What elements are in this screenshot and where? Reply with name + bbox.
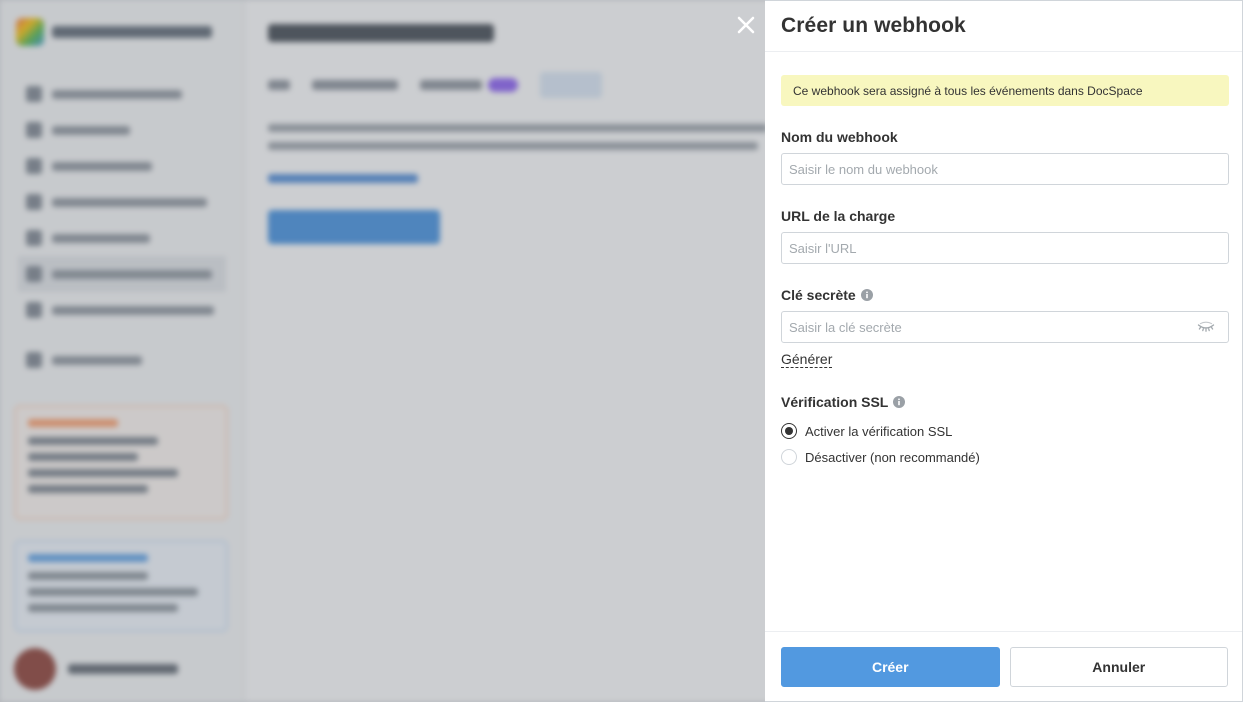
close-icon[interactable]	[734, 13, 758, 37]
payload-url-label: URL de la charge	[781, 208, 896, 224]
secret-key-input[interactable]	[781, 311, 1229, 343]
ssl-enable-radio[interactable]	[781, 423, 797, 439]
ssl-disable-radio[interactable]	[781, 449, 797, 465]
ssl-disable-option[interactable]: Désactiver (non recommandé)	[781, 447, 1229, 467]
info-icon[interactable]	[860, 289, 873, 301]
webhook-name-input[interactable]	[781, 153, 1229, 185]
panel-body: Ce webhook sera assigné à tous les événe…	[781, 75, 1229, 467]
cancel-button[interactable]: Annuler	[1009, 646, 1228, 687]
panel-footer: Créer Annuler	[765, 631, 1242, 701]
eye-closed-icon[interactable]	[1197, 320, 1215, 334]
generate-secret-link[interactable]: Générer	[781, 352, 833, 368]
ssl-verification-label: Vérification SSL	[781, 393, 1229, 411]
ssl-enable-label: Activer la vérification SSL	[805, 423, 953, 439]
secret-key-field	[781, 311, 1229, 343]
payload-url-input[interactable]	[781, 232, 1229, 264]
create-webhook-panel: Créer un webhook Ce webhook sera assigné…	[765, 0, 1243, 702]
notice-banner: Ce webhook sera assigné à tous les événe…	[781, 75, 1229, 106]
notice-text: Ce webhook sera assigné à tous les événe…	[793, 83, 1143, 98]
panel-header: Créer un webhook	[765, 1, 1242, 52]
info-icon[interactable]	[893, 396, 906, 408]
ssl-enable-option[interactable]: Activer la vérification SSL	[781, 421, 1229, 441]
ssl-disable-label: Désactiver (non recommandé)	[805, 449, 980, 465]
create-button[interactable]: Créer	[781, 646, 1000, 687]
secret-key-label: Clé secrète	[781, 286, 1229, 304]
webhook-name-label: Nom du webhook	[781, 129, 898, 145]
panel-title: Créer un webhook	[781, 14, 966, 37]
